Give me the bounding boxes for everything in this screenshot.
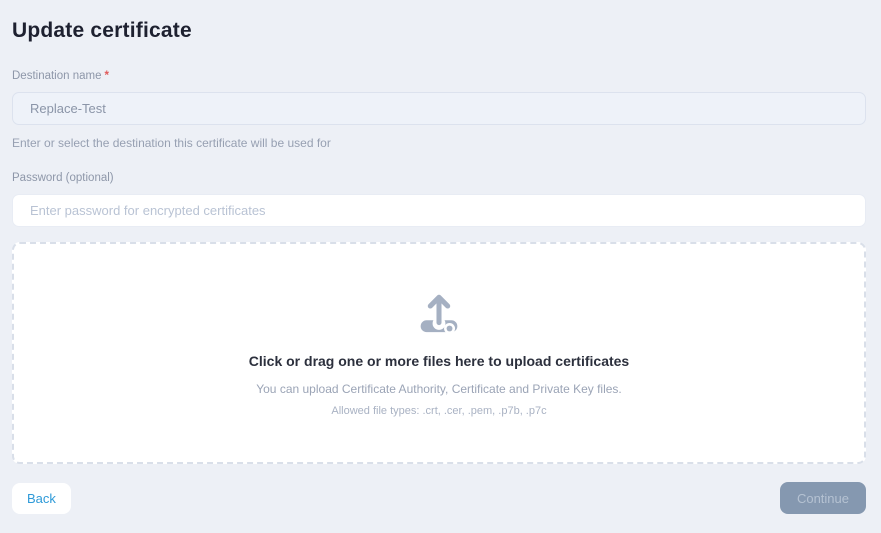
destination-label: Destination name * (12, 70, 866, 82)
password-label: Password (optional) (12, 172, 866, 184)
upload-icon (417, 289, 461, 335)
upload-sub-text: You can upload Certificate Authority, Ce… (256, 382, 622, 396)
update-certificate-page: { "page": { "title": "Update certificate… (0, 0, 881, 533)
upload-main-text: Click or drag one or more files here to … (248, 353, 630, 369)
footer-actions: Back Continue (12, 482, 866, 514)
destination-input[interactable] (12, 92, 866, 125)
required-marker: * (104, 70, 109, 82)
page-title: Update certificate (12, 19, 192, 42)
destination-label-text: Destination name (12, 70, 102, 82)
continue-button[interactable]: Continue (779, 482, 866, 514)
upload-allowed-types: Allowed file types: .crt, .cer, .pem, .p… (331, 405, 547, 417)
upload-dropzone[interactable]: Click or drag one or more files here to … (12, 242, 866, 464)
back-button[interactable]: Back (12, 482, 71, 514)
form-container: Update certificate Destination name* Ent… (0, 0, 881, 514)
password-field: Password (optional) (12, 172, 866, 227)
password-label-text: Password (optional) (12, 172, 114, 184)
destination-field: Destination name* Enter or select the de… (12, 70, 866, 150)
password-input[interactable] (12, 194, 866, 227)
destination-helper-text: Enter or select the destination this cer… (12, 136, 331, 150)
